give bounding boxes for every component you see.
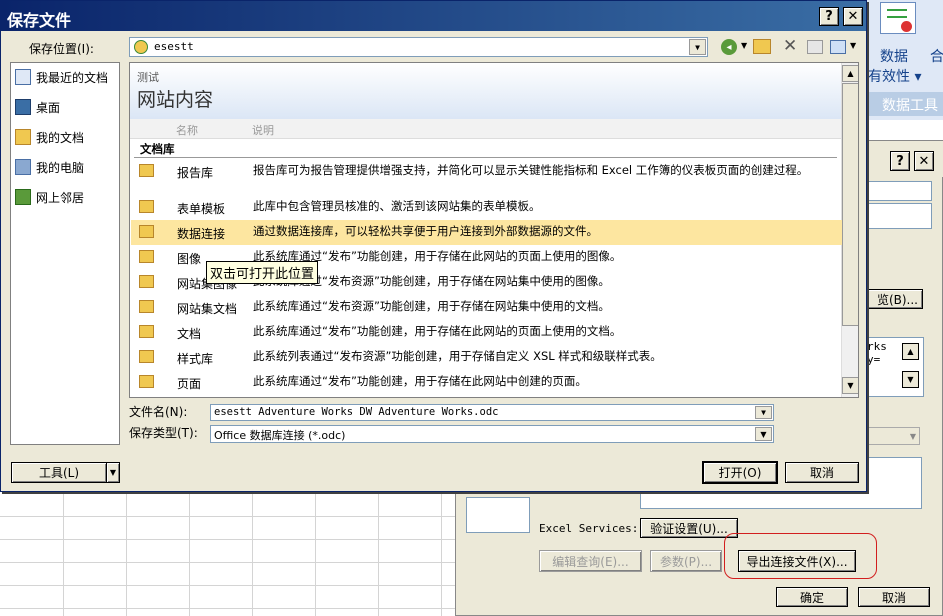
folder-icon bbox=[139, 350, 154, 363]
views-icon[interactable] bbox=[830, 40, 846, 54]
back-dropdown-icon[interactable]: ▼ bbox=[741, 41, 747, 50]
recent-documents-icon bbox=[15, 69, 31, 85]
parameters-button[interactable]: 参数(P)... bbox=[650, 550, 722, 572]
views-dropdown-icon[interactable]: ▼ bbox=[850, 41, 856, 50]
ribbon-he-label: 合 bbox=[930, 49, 943, 65]
site-caption: 测试 bbox=[137, 71, 159, 84]
folder-icon bbox=[139, 300, 154, 313]
help-button[interactable]: ? bbox=[819, 7, 839, 26]
filetype-label: 保存类型(T): bbox=[129, 426, 198, 440]
ribbon-validity-label[interactable]: 有效性 ▾ bbox=[868, 66, 921, 86]
globe-folder-icon bbox=[134, 40, 148, 54]
scroll-up-icon[interactable]: ▲ bbox=[902, 343, 919, 360]
back-icon[interactable]: ◂ bbox=[721, 39, 737, 55]
folder-icon bbox=[139, 275, 154, 288]
cancel-button-bg[interactable]: 取消 bbox=[858, 587, 930, 607]
help-button[interactable]: ? bbox=[890, 151, 910, 171]
save-file-dialog: 保存文件 ? ✕ 保存位置(I): esestt ▼ ◂ ▼ ✕ ▼ 我最近的文… bbox=[0, 0, 867, 492]
list-item[interactable]: 样式库 此系统列表通过“发布资源”功能创建，用于存储自定义 XSL 样式和级联样式… bbox=[131, 345, 842, 370]
chevron-down-icon[interactable]: ▼ bbox=[755, 406, 772, 419]
site-header: 测试 网站内容 bbox=[130, 63, 841, 119]
data-validity-icon bbox=[880, 2, 916, 34]
list-item[interactable]: 报告库 报告库可为报告管理提供增强支持，并简化可以显示关键性能指标和 Excel … bbox=[131, 159, 842, 195]
open-button[interactable]: 打开(O) bbox=[703, 462, 777, 483]
places-bar: 我最近的文档 桌面 我的文档 我的电脑 网上邻居 bbox=[10, 62, 120, 445]
ribbon-area: 数据 合 有效性 ▾ 数据工具 bbox=[866, 0, 943, 120]
excel-services-label: Excel Services: bbox=[539, 522, 639, 535]
ribbon-tools-label: 数据工具 bbox=[882, 98, 938, 114]
tools-button[interactable]: 工具(L) bbox=[11, 462, 107, 483]
list-item[interactable]: 表单模板 此库中包含管理员核准的、激活到该网站集的表单模板。 bbox=[131, 195, 842, 220]
dialog-title: 保存文件 bbox=[7, 11, 72, 30]
new-folder-icon[interactable] bbox=[807, 40, 823, 54]
delete-icon[interactable]: ✕ bbox=[783, 36, 797, 56]
folder-icon bbox=[139, 250, 154, 263]
filename-label: 文件名(N): bbox=[129, 405, 188, 419]
my-computer-icon bbox=[15, 159, 31, 175]
my-documents-icon bbox=[15, 129, 31, 145]
scroll-thumb[interactable] bbox=[842, 83, 858, 326]
close-button[interactable]: ✕ bbox=[843, 7, 863, 26]
auth-settings-button[interactable]: 验证设置(U)... bbox=[640, 518, 738, 538]
save-location-label: 保存位置(I): bbox=[29, 42, 94, 56]
tools-dropdown-icon[interactable]: ▼ bbox=[106, 462, 120, 483]
list-item[interactable]: 文档 此系统库通过“发布”功能创建，用于存储在此网站的页面上使用的文档。 bbox=[131, 320, 842, 345]
ok-button[interactable]: 确定 bbox=[776, 587, 848, 607]
annotation-circle bbox=[724, 533, 877, 579]
scroll-up-icon[interactable]: ▲ bbox=[842, 65, 858, 82]
ribbon-data-label: 数据 bbox=[880, 49, 908, 65]
edit-query-button[interactable]: 编辑查询(E)... bbox=[539, 550, 642, 572]
filetype-select[interactable]: Office 数据库连接 (*.odc) ▼ bbox=[210, 425, 774, 443]
place-my-computer[interactable]: 我的电脑 bbox=[15, 154, 84, 180]
site-title: 网站内容 bbox=[137, 89, 214, 111]
folder-icon bbox=[139, 225, 154, 238]
title-bar: 保存文件 ? ✕ bbox=[1, 1, 866, 31]
excel-grid bbox=[0, 492, 523, 616]
section-label: 文档库 bbox=[140, 142, 175, 156]
place-network[interactable]: 网上邻居 bbox=[15, 184, 84, 210]
place-desktop[interactable]: 桌面 bbox=[15, 94, 60, 120]
vertical-scrollbar[interactable]: ▲ ▼ bbox=[841, 63, 858, 397]
folder-icon bbox=[139, 200, 154, 213]
save-location-select[interactable]: esestt ▼ bbox=[129, 37, 708, 57]
scroll-down-icon[interactable]: ▼ bbox=[902, 371, 919, 388]
chevron-down-icon[interactable]: ▼ bbox=[689, 39, 706, 55]
place-my-documents[interactable]: 我的文档 bbox=[15, 124, 84, 150]
desktop-icon bbox=[15, 99, 31, 115]
up-folder-icon[interactable] bbox=[753, 39, 771, 54]
column-name-header: 名称 bbox=[176, 124, 198, 137]
close-button[interactable]: ✕ bbox=[914, 151, 934, 171]
report-library-icon bbox=[139, 164, 154, 177]
list-item[interactable]: 网站集文档 此系统库通过“发布资源”功能创建，用于存储在网站集中使用的文档。 bbox=[131, 295, 842, 320]
cancel-button[interactable]: 取消 bbox=[785, 462, 859, 483]
folder-icon bbox=[139, 325, 154, 338]
scroll-down-icon[interactable]: ▼ bbox=[842, 377, 858, 394]
folder-icon bbox=[139, 375, 154, 388]
tooltip: 双击可打开此位置 bbox=[206, 261, 319, 284]
browse-button[interactable]: 览(B)... bbox=[861, 289, 923, 309]
list-item-selected[interactable]: 数据连接 通过数据连接库，可以轻松共享便于用户连接到外部数据源的文件。 bbox=[131, 220, 842, 245]
filename-input[interactable]: esestt Adventure Works DW Adventure Work… bbox=[210, 404, 774, 421]
column-desc-header: 说明 bbox=[252, 124, 274, 137]
list-item[interactable]: 页面 此系统库通过“发布”功能创建，用于存储在此网站中创建的页面。 bbox=[131, 370, 842, 395]
network-places-icon bbox=[15, 189, 31, 205]
chevron-down-icon[interactable]: ▼ bbox=[755, 427, 772, 441]
place-recent[interactable]: 我最近的文档 bbox=[15, 64, 108, 90]
